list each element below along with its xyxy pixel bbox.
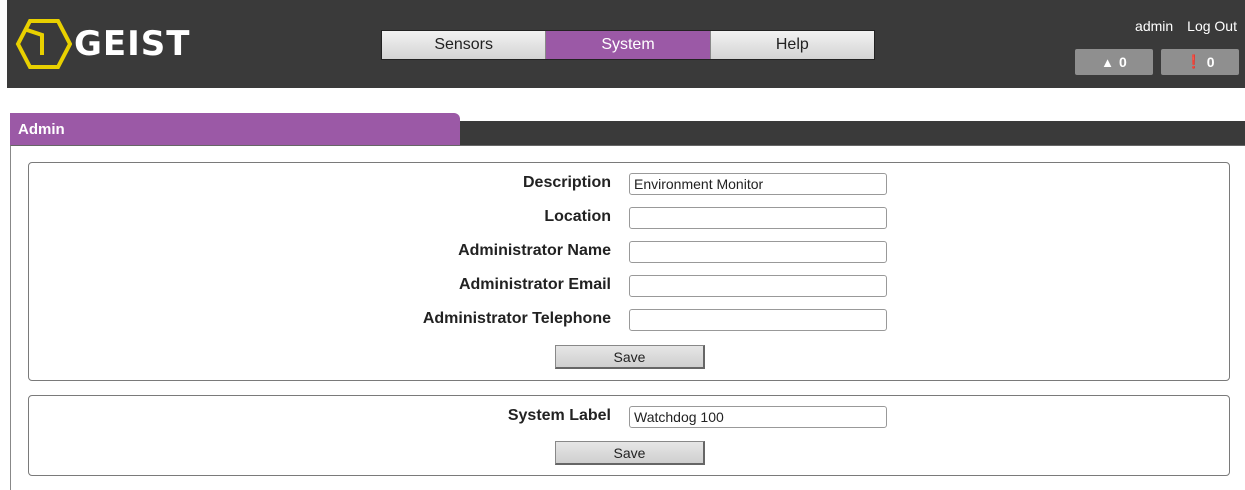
top-header: GEIST Sensors System Help admin Log Out … <box>0 0 1245 88</box>
logo-text: GEIST <box>74 24 191 64</box>
system-label-save-button[interactable]: Save <box>555 441 705 465</box>
admin-telephone-row: Administrator Telephone <box>0 309 1245 331</box>
admin-telephone-input[interactable] <box>629 309 887 331</box>
warning-triangle-icon: ▲ <box>1101 54 1115 70</box>
admin-email-input[interactable] <box>629 275 887 297</box>
logout-link[interactable]: Log Out <box>1187 18 1237 34</box>
admin-email-label: Administrator Email <box>458 276 611 293</box>
admin-name-label: Administrator Name <box>458 242 611 259</box>
notice-badge[interactable]: ❗ 0 <box>1161 49 1239 75</box>
admin-name-row: Administrator Name <box>0 241 1245 263</box>
description-row: Description <box>0 173 1245 195</box>
location-input[interactable] <box>629 207 887 229</box>
geist-hexagon-icon <box>15 19 72 69</box>
nav-tab-help[interactable]: Help <box>710 31 874 59</box>
username: admin <box>1135 18 1174 34</box>
location-label: Location <box>544 208 611 225</box>
status-badges: ▲ 0 ❗ 0 <box>1075 49 1239 75</box>
nav-tab-system[interactable]: System <box>546 31 711 59</box>
description-label: Description <box>522 174 611 191</box>
user-area: admin Log Out <box>1135 18 1237 34</box>
warning-count: 0 <box>1206 54 1215 70</box>
system-label-row: System Label <box>0 406 1245 428</box>
panel-title: Admin <box>10 113 460 145</box>
main-nav: Sensors System Help <box>381 30 875 60</box>
admin-telephone-label: Administrator Telephone <box>422 310 611 327</box>
alarm-count: 0 <box>1119 54 1127 70</box>
nav-tab-sensors[interactable]: Sensors <box>382 31 547 59</box>
exclamation-circle-icon: ❗ <box>1185 54 1202 69</box>
geist-logo: GEIST <box>10 14 190 74</box>
admin-name-input[interactable] <box>629 241 887 263</box>
alarm-badge[interactable]: ▲ 0 <box>1075 49 1153 75</box>
system-label-label: System Label <box>507 407 611 424</box>
description-input[interactable] <box>629 173 887 195</box>
admin-email-row: Administrator Email <box>0 275 1245 297</box>
admin-save-button[interactable]: Save <box>555 345 705 369</box>
location-row: Location <box>0 207 1245 229</box>
system-label-input[interactable] <box>629 406 887 428</box>
